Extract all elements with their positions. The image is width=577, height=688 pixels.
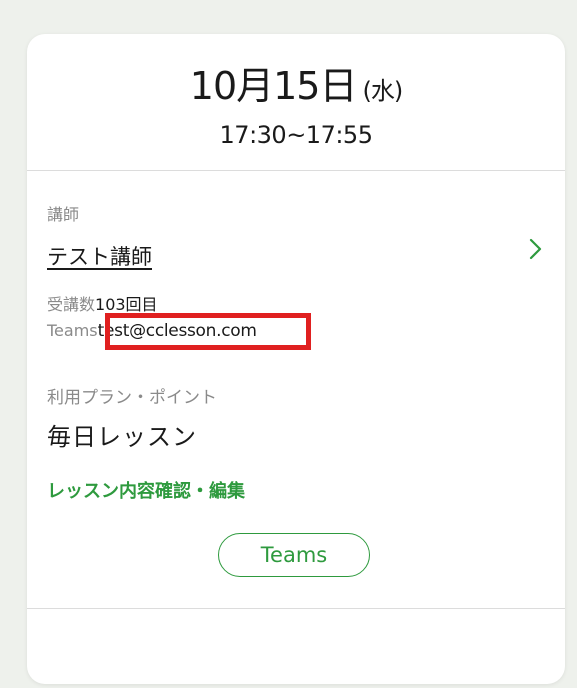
plan-value: 毎日レッスン — [47, 423, 197, 451]
lesson-weekday: (水) — [362, 77, 403, 105]
teacher-label: 講師 — [47, 205, 80, 224]
lesson-time: 17:30~17:55 — [219, 121, 373, 149]
attendance-label: 受講数 — [47, 295, 96, 314]
edit-lesson-link[interactable]: レッスン内容確認・編集 — [47, 477, 245, 503]
teams-button[interactable]: Teams — [218, 533, 370, 577]
lesson-details: 講師 テスト講師 受講数103回目 Teamstest@cclesson.com… — [27, 171, 565, 609]
plan-label: 利用プラン・ポイント — [47, 388, 217, 408]
lesson-header: 10月15日 (水) 17:30~17:55 — [27, 34, 565, 171]
lesson-date: 10月15日 — [189, 64, 358, 108]
lesson-date-line: 10月15日 (水) — [27, 64, 565, 113]
email-highlight-box — [105, 313, 311, 350]
chevron-right-icon[interactable] — [523, 237, 547, 261]
attendance-count: 受講数103回目 — [47, 291, 158, 315]
teacher-name-link[interactable]: テスト講師 — [47, 241, 152, 271]
teams-label: Teams — [47, 321, 98, 340]
attendance-value: 103回目 — [95, 295, 158, 314]
lesson-card: 10月15日 (水) 17:30~17:55 講師 テスト講師 受講数103回目 … — [27, 34, 565, 684]
